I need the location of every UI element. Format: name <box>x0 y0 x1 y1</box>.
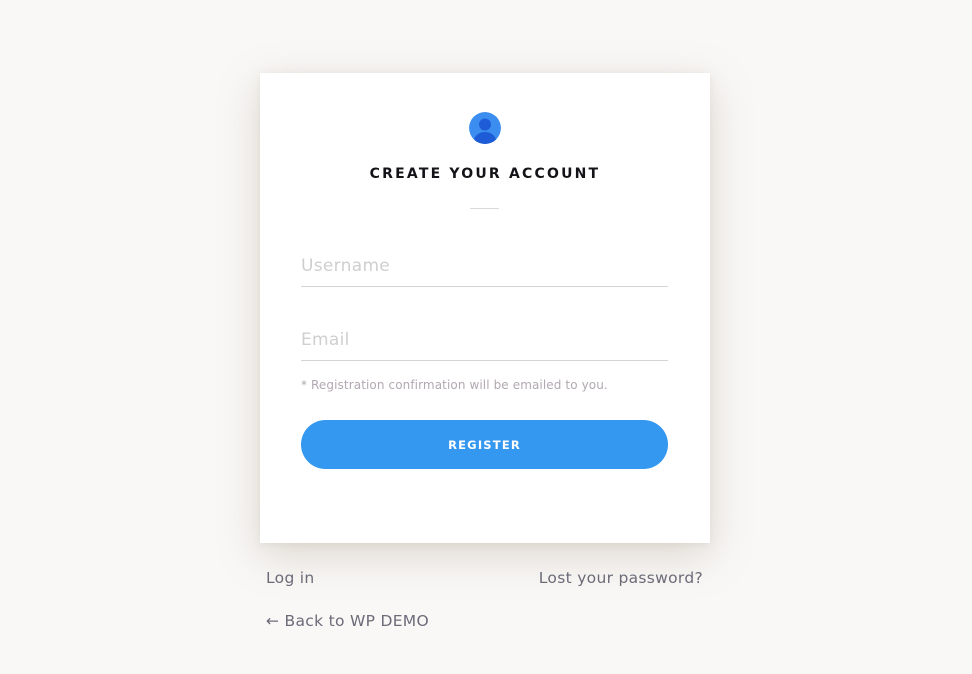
registration-note: * Registration confirmation will be emai… <box>301 378 608 392</box>
register-card: CREATE YOUR ACCOUNT * Registration confi… <box>260 73 710 543</box>
username-input[interactable] <box>301 246 668 287</box>
email-input[interactable] <box>301 320 668 361</box>
login-link[interactable]: Log in <box>266 569 315 587</box>
page-title: CREATE YOUR ACCOUNT <box>369 166 601 182</box>
register-button[interactable]: REGISTER <box>301 420 668 469</box>
back-to-site-link[interactable]: ← Back to WP DEMO <box>266 612 429 630</box>
user-avatar-icon <box>469 112 501 144</box>
title-divider <box>470 208 499 209</box>
lost-password-link[interactable]: Lost your password? <box>539 569 703 587</box>
